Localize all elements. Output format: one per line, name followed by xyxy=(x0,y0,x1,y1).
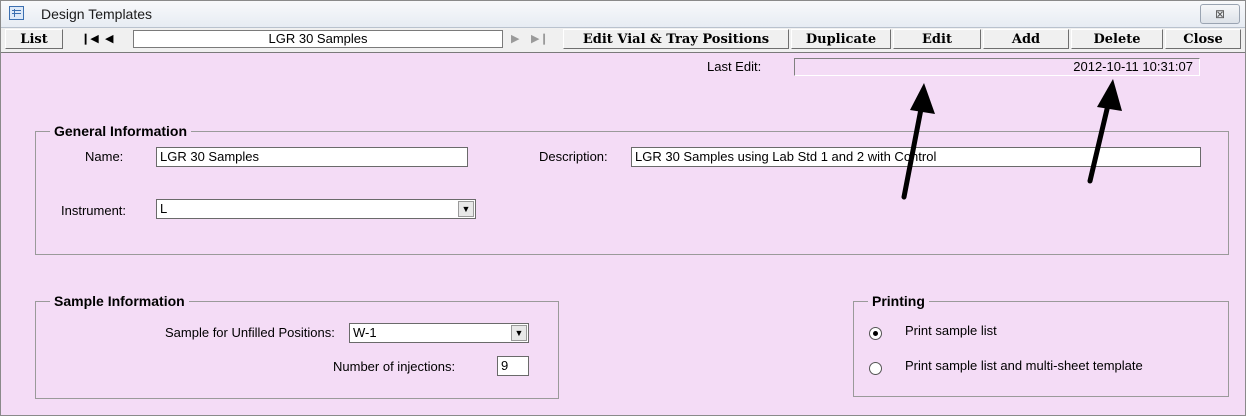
design-templates-window: Design Templates ⊠ List ❙◀ ◀ LGR 30 Samp… xyxy=(0,0,1246,416)
annotation-arrows xyxy=(901,79,1122,200)
arrow-icon xyxy=(901,83,935,200)
arrow-icon xyxy=(1087,79,1122,184)
